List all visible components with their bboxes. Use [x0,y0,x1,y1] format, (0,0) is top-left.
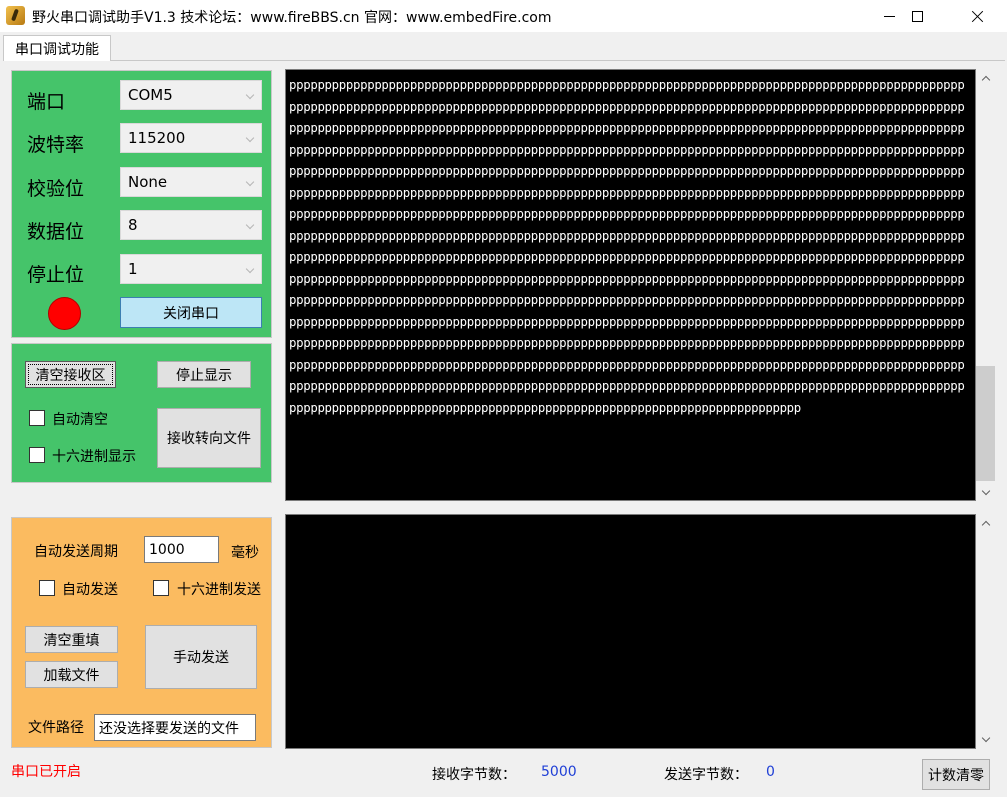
tab-serial-debug[interactable]: 串口调试功能 [3,35,111,61]
port-label: 端口 [27,91,66,113]
rx-count-label: 接收字节数： [432,767,516,783]
chevron-down-icon [245,133,255,143]
maximize-icon [911,10,923,22]
chevron-down-icon [245,177,255,187]
receive-scrollbar-thumb[interactable] [976,366,995,481]
scroll-up-icon[interactable] [976,514,995,531]
parity-select[interactable]: None [120,167,262,197]
port-select[interactable]: COM5 [120,80,262,110]
baud-select[interactable]: 115200 [120,123,262,153]
close-button[interactable] [948,0,1006,32]
stopbits-label: 停止位 [27,264,85,286]
auto-send-label: 自动发送 [62,582,118,598]
databits-select-value: 8 [128,216,138,234]
chevron-down-icon [245,220,255,230]
clear-refill-button[interactable]: 清空重填 [25,626,118,653]
scroll-down-icon[interactable] [976,484,995,501]
file-path-label: 文件路径 [28,720,84,736]
scroll-up-icon[interactable] [976,69,995,86]
receive-to-file-button[interactable]: 接收转向文件 [157,408,261,468]
baud-select-value: 115200 [128,129,186,147]
hex-display-label: 十六进制显示 [52,449,136,465]
clear-receive-button[interactable]: 清空接收区 [25,361,116,388]
reset-count-button[interactable]: 计数清零 [922,759,990,790]
rx-count-value: 5000 [541,764,577,780]
tx-count-label: 发送字节数： [664,767,748,783]
auto-clear-label: 自动清空 [52,412,108,428]
hex-send-checkbox[interactable] [153,580,169,596]
send-scrollbar[interactable] [976,514,995,749]
auto-clear-checkbox[interactable] [29,410,45,426]
send-area[interactable] [285,514,976,749]
period-unit-label: 毫秒 [231,545,259,561]
port-status-text: 串口已开启 [11,764,81,780]
maximize-button[interactable] [888,0,946,32]
file-path-input[interactable]: 还没选择要发送的文件 [94,714,256,741]
app-icon [6,6,25,25]
auto-send-period-input[interactable]: 1000 [144,536,219,563]
close-icon [971,10,984,23]
baud-label: 波特率 [27,134,85,156]
port-select-value: COM5 [128,86,173,104]
chevron-down-icon [245,264,255,274]
parity-select-value: None [128,173,168,191]
hex-display-checkbox[interactable] [29,447,45,463]
auto-send-checkbox[interactable] [39,580,55,596]
load-file-button[interactable]: 加载文件 [25,661,118,688]
stop-display-button[interactable]: 停止显示 [157,361,251,388]
parity-label: 校验位 [27,178,85,200]
chevron-down-icon [245,90,255,100]
manual-send-button[interactable]: 手动发送 [145,625,257,689]
window-title: 野火串口调试助手V1.3 技术论坛：www.fireBBS.cn 官网：www.… [32,10,552,26]
receive-text: pppppppppppppppppppppppppppppppppppppppp… [289,77,965,415]
stopbits-select-value: 1 [128,260,138,278]
scroll-down-icon[interactable] [976,731,995,748]
tx-count-value: 0 [766,764,775,780]
auto-send-period-label: 自动发送周期 [34,544,118,560]
close-port-button[interactable]: 关闭串口 [120,297,262,328]
databits-select[interactable]: 8 [120,210,262,240]
hex-send-label: 十六进制发送 [177,582,261,598]
receive-area[interactable]: pppppppppppppppppppppppppppppppppppppppp… [285,69,976,501]
databits-label: 数据位 [27,221,85,243]
port-status-led [48,297,81,330]
stopbits-select[interactable]: 1 [120,254,262,284]
